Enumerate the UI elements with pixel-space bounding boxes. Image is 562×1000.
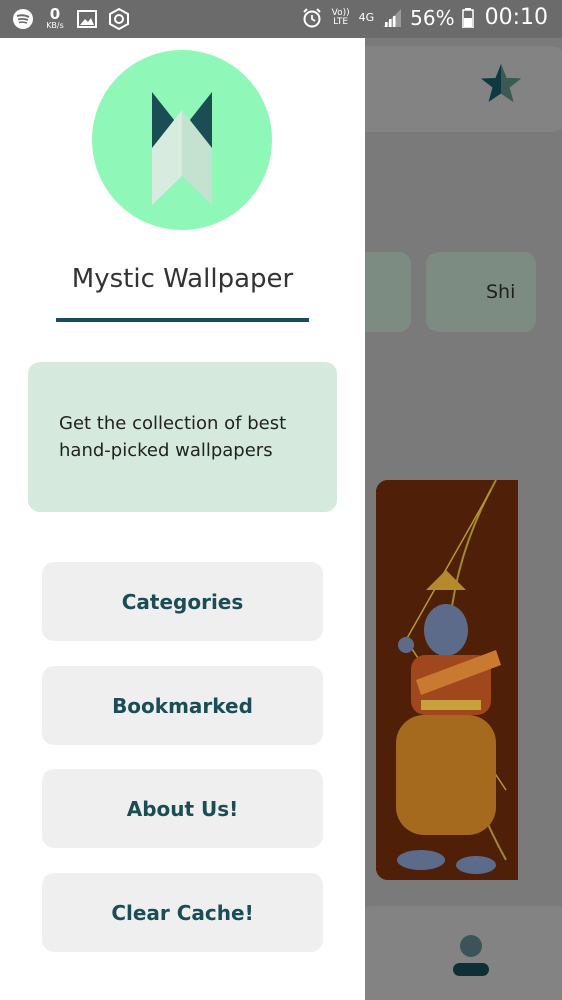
star-icon[interactable] xyxy=(477,60,525,108)
title-underline-divider xyxy=(56,318,309,322)
background-app-scrim[interactable]: Shi xyxy=(365,38,562,1000)
navigation-drawer: Mystic Wallpaper Get the collection of b… xyxy=(0,38,365,1000)
categories-button[interactable]: Categories xyxy=(42,562,323,641)
battery-percent: 56% xyxy=(410,5,455,30)
logo-mark-icon xyxy=(152,92,212,205)
about-us-button[interactable]: About Us! xyxy=(42,769,323,848)
wallpaper-illustration xyxy=(376,480,518,880)
image-icon xyxy=(77,9,97,28)
status-bar-left: 0 KB/s xyxy=(12,7,130,30)
network-type: 4G xyxy=(358,11,375,24)
alarm-icon xyxy=(302,7,321,27)
bookmarked-button[interactable]: Bookmarked xyxy=(42,666,323,745)
battery-icon xyxy=(461,7,474,28)
profile-icon[interactable] xyxy=(451,932,491,982)
data-rate: 0 KB/s xyxy=(44,5,66,31)
spotify-icon xyxy=(13,8,33,29)
background-top-bar xyxy=(365,46,562,132)
clear-cache-button[interactable]: Clear Cache! xyxy=(42,873,323,952)
tagline-text: Get the collection of best hand-picked w… xyxy=(59,413,287,461)
background-chip-label: Shi xyxy=(486,281,516,303)
status-bar: 0 KB/s Vo)) LTE 4G 56% 00:10 xyxy=(0,0,562,38)
signal-icon xyxy=(383,8,402,27)
volte-indicator: Vo)) LTE xyxy=(331,7,350,27)
background-wallpaper-thumbnail[interactable] xyxy=(376,480,518,880)
app-icon xyxy=(109,7,129,30)
status-bar-right: Vo)) LTE 4G 56% 00:10 xyxy=(301,5,548,30)
data-rate-unit: KB/s xyxy=(46,21,64,30)
app-title: Mystic Wallpaper xyxy=(71,264,294,294)
app-logo xyxy=(92,50,272,230)
background-category-chip[interactable] xyxy=(365,252,411,332)
background-category-chip-shi[interactable]: Shi xyxy=(426,252,536,332)
data-rate-value: 0 xyxy=(49,5,61,23)
clock: 00:10 xyxy=(484,5,548,30)
tagline-card: Get the collection of best hand-picked w… xyxy=(28,362,337,512)
